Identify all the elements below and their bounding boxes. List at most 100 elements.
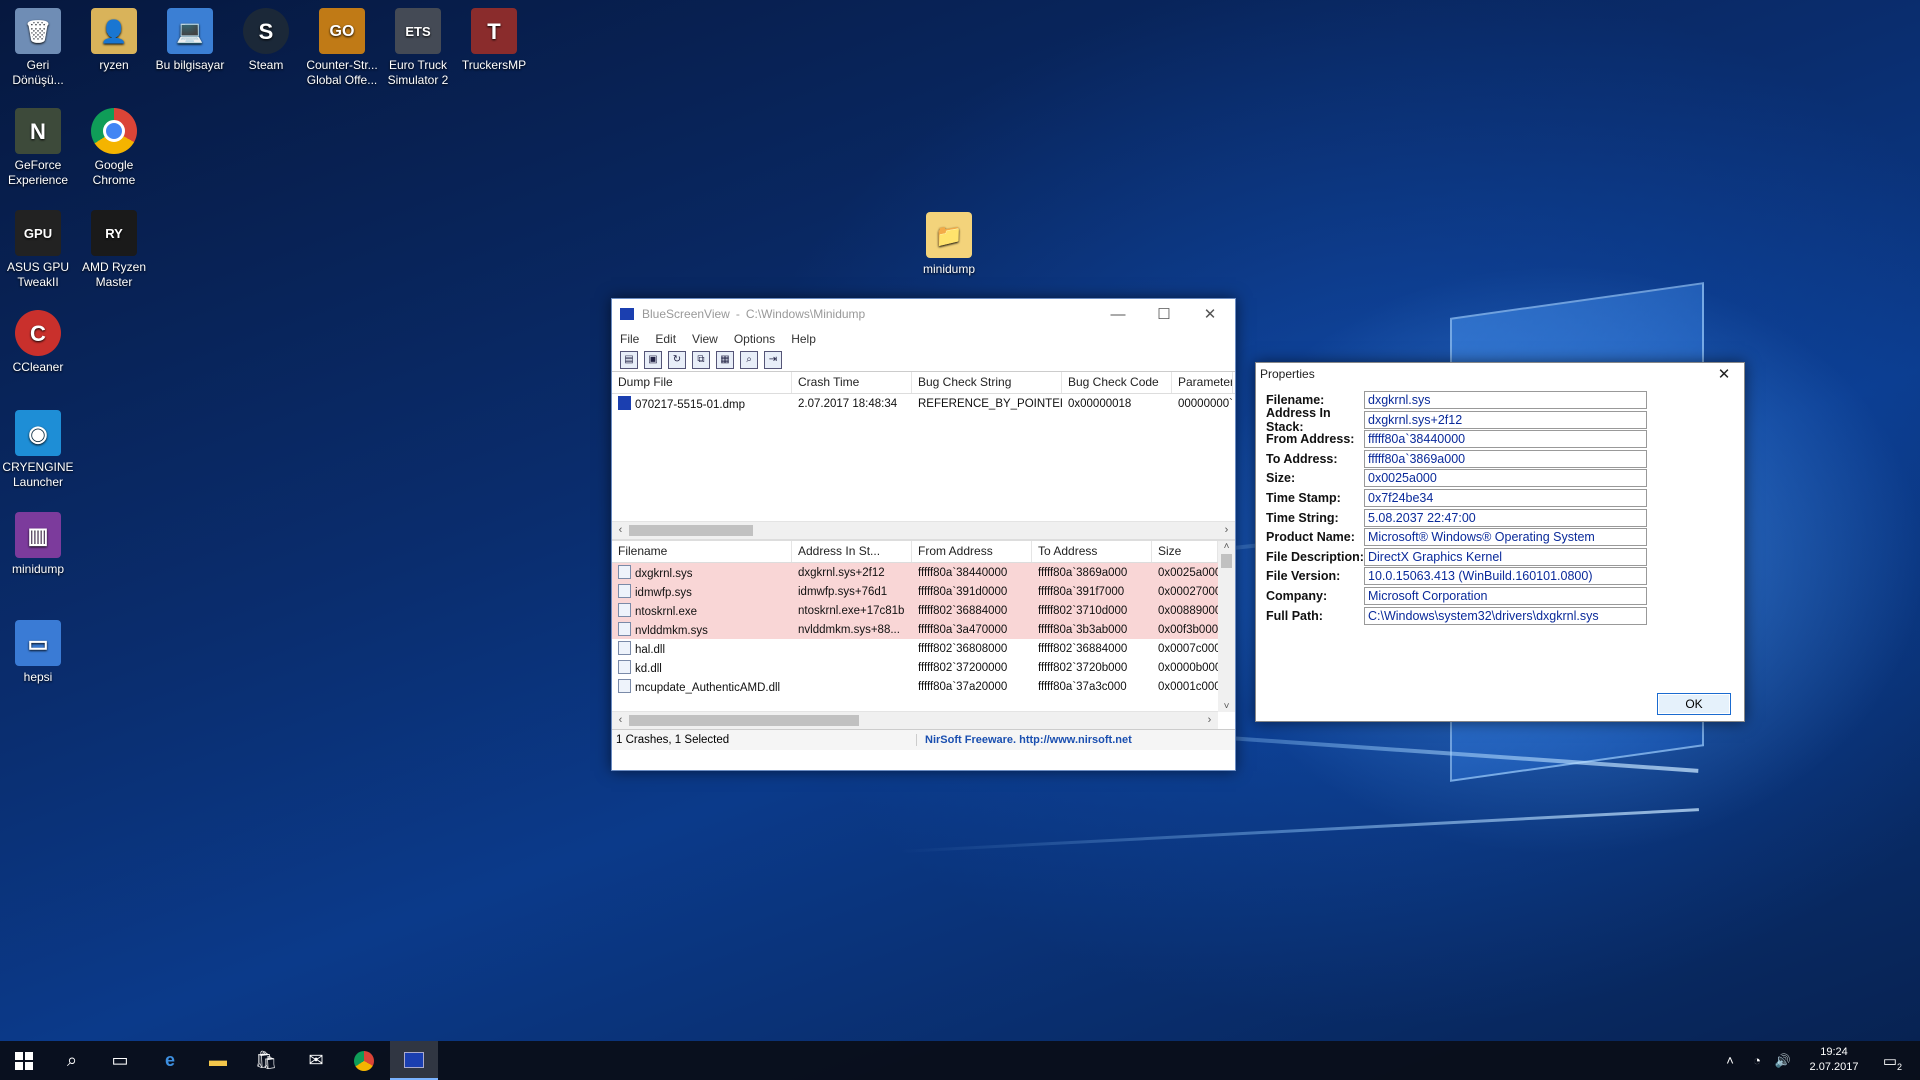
driver-row[interactable]: nvlddmkm.sys nvlddmkm.sys+88... fffff80a`3… [612, 620, 1235, 639]
show-hidden-icons-button[interactable]: ˄ [1716, 1041, 1744, 1080]
scroll-down-icon[interactable]: ˅ [1218, 701, 1235, 712]
volume-button[interactable]: 🔊 [1770, 1041, 1796, 1080]
task-view-button[interactable]: ▭ [96, 1041, 144, 1080]
find-icon[interactable]: ⌕ [740, 351, 758, 369]
desktop-icon-asus-gpu-tweak[interactable]: GPU ASUS GPU TweakII [0, 210, 76, 290]
property-value-field[interactable]: Microsoft® Windows® Operating System [1364, 528, 1647, 547]
scroll-right-icon[interactable]: › [1201, 712, 1218, 729]
desktop-icon-ets2[interactable]: ETS Euro Truck Simulator 2 [380, 8, 456, 88]
desktop-icon-minidump-archive[interactable]: ▥ minidump [0, 512, 76, 577]
ok-button[interactable]: OK [1657, 693, 1731, 715]
copy-icon[interactable]: ⧉ [692, 351, 710, 369]
scroll-thumb[interactable] [1221, 554, 1232, 568]
col-crash-time[interactable]: Crash Time [792, 372, 912, 393]
desktop-icon-csgo[interactable]: GO Counter-Str... Global Offe... [304, 8, 380, 88]
start-button[interactable] [0, 1041, 48, 1080]
property-value-field[interactable]: 0x7f24be34 [1364, 489, 1647, 507]
taskbar-edge[interactable]: e [146, 1041, 194, 1080]
desktop-icon-cryengine[interactable]: ◉ CRYENGINE Launcher [0, 410, 76, 490]
exit-icon[interactable]: ⇥ [764, 351, 782, 369]
chevron-up-icon: ˄ [1726, 1053, 1734, 1068]
col-address-in-stack[interactable]: Address In St... [792, 541, 912, 562]
desktop-icon-steam[interactable]: S Steam [228, 8, 304, 73]
desktop-icon-ryzen-master[interactable]: RY AMD Ryzen Master [76, 210, 152, 290]
crash-list-header: Dump File Crash Time Bug Check String Bu… [612, 372, 1235, 394]
driver-row[interactable]: dxgkrnl.sys dxgkrnl.sys+2f12 fffff80a`3844… [612, 563, 1235, 582]
ryzen-master-icon: RY [91, 210, 137, 256]
property-value-field[interactable]: 0x0025a000 [1364, 469, 1647, 488]
scroll-right-icon[interactable]: › [1218, 522, 1235, 539]
action-center-button[interactable]: ▭ 2 [1870, 1041, 1910, 1080]
col-dump-file[interactable]: Dump File [612, 372, 792, 393]
options-icon[interactable]: ▤ [620, 351, 638, 369]
scroll-left-icon[interactable]: ‹ [612, 712, 629, 729]
menu-file[interactable]: File [612, 332, 647, 346]
scroll-left-icon[interactable]: ‹ [612, 522, 629, 539]
driver-size: 0x00889000 [1158, 604, 1218, 617]
property-value-field[interactable]: DirectX Graphics Kernel [1364, 547, 1647, 566]
col-bug-check-code[interactable]: Bug Check Code [1062, 372, 1172, 393]
clock[interactable]: 19:24 2.07.2017 [1800, 1045, 1868, 1075]
property-value-field[interactable]: dxgkrnl.sys+2f12 [1364, 410, 1647, 429]
property-row: Product Name: Microsoft® Windows® Operati… [1266, 527, 1647, 547]
driver-from-address: fffff80a`37a20000 [918, 680, 1008, 693]
property-value-field[interactable]: Microsoft Corporation [1364, 587, 1647, 605]
col-size[interactable]: Size [1152, 541, 1218, 562]
minimize-button[interactable]: — [1095, 299, 1141, 329]
close-button[interactable]: ✕ [1706, 363, 1742, 385]
col-filename[interactable]: Filename [612, 541, 792, 562]
property-value-field[interactable]: 5.08.2037 22:47:00 [1364, 508, 1647, 527]
search-button[interactable]: ⌕ [48, 1041, 96, 1080]
desktop-icon-recycle-bin[interactable]: 🗑 Geri Dönüşü... [0, 8, 76, 88]
taskbar-chrome[interactable] [340, 1041, 388, 1080]
menu-options[interactable]: Options [726, 332, 783, 346]
col-from-address[interactable]: From Address [912, 541, 1032, 562]
menu-edit[interactable]: Edit [647, 332, 684, 346]
driver-row[interactable]: idmwfp.sys idmwfp.sys+76d1 fffff80a`391d00… [612, 582, 1235, 601]
scroll-thumb[interactable] [629, 525, 753, 536]
taskbar-store[interactable]: 🛍 [242, 1041, 290, 1080]
desktop-icon-minidump-folder[interactable]: 📁 minidump [911, 212, 987, 277]
col-parameter[interactable]: Parameter [1172, 372, 1233, 393]
refresh-icon[interactable]: ↻ [668, 351, 686, 369]
network-button[interactable]: ◔ [1744, 1041, 1770, 1080]
save-icon[interactable]: ▣ [644, 351, 662, 369]
desktop-icon-ryzen[interactable]: 👤 ryzen [76, 8, 152, 73]
property-value-field[interactable]: C:\Windows\system32\drivers\dxgkrnl.sys [1364, 606, 1647, 625]
scroll-thumb[interactable] [629, 715, 859, 726]
desktop-icon-ccleaner[interactable]: C CCleaner [0, 310, 76, 375]
col-to-address[interactable]: To Address [1032, 541, 1152, 562]
property-value-field[interactable]: fffff80a`3869a000 [1364, 449, 1647, 468]
properties-titlebar[interactable]: Properties ✕ [1256, 363, 1744, 385]
driver-list-vscrollbar[interactable]: ˄ ˅ [1218, 541, 1235, 712]
property-value-field[interactable]: dxgkrnl.sys [1364, 391, 1647, 409]
taskbar-file-explorer[interactable]: ▬ [194, 1041, 242, 1080]
close-button[interactable]: ✕ [1187, 299, 1233, 329]
taskbar-bluescreenview[interactable] [390, 1041, 438, 1080]
bsv-titlebar[interactable]: BlueScreenView - C:\Windows\Minidump — ☐… [612, 299, 1235, 329]
desktop-icon-this-pc[interactable]: 💻 Bu bilgisayar [152, 8, 228, 73]
crash-list-hscrollbar[interactable]: ‹ › [612, 521, 1235, 539]
maximize-button[interactable]: ☐ [1141, 299, 1187, 329]
properties-icon[interactable]: ▦ [716, 351, 734, 369]
driver-row[interactable]: hal.dll fffff802`36808000 fffff802`3688400… [612, 639, 1235, 658]
col-bug-check-string[interactable]: Bug Check String [912, 372, 1062, 393]
desktop-icon-geforce[interactable]: N GeForce Experience [0, 108, 76, 188]
menu-view[interactable]: View [684, 332, 726, 346]
taskbar-mail[interactable]: ✉ [292, 1041, 340, 1080]
driver-list-hscrollbar[interactable]: ‹ › [612, 711, 1218, 729]
desktop-icon-hepsi[interactable]: ▭ hepsi [0, 620, 76, 685]
driver-row[interactable]: mcupdate_AuthenticAMD.dll fffff80a`37a200… [612, 677, 1235, 696]
crash-row[interactable]: 070217-5515-01.dmp 2.07.2017 18:48:34 RE… [612, 394, 1235, 413]
driver-row[interactable]: ntoskrnl.exe ntoskrnl.exe+17c81b fffff802`… [612, 601, 1235, 620]
desktop-icon-chrome[interactable]: Google Chrome [76, 108, 152, 188]
nirsoft-link[interactable]: NirSoft Freeware. http://www.nirsoft.net [917, 734, 1132, 746]
driver-row[interactable]: kd.dll fffff802`37200000 fffff802`3720b000… [612, 658, 1235, 677]
scroll-up-icon[interactable]: ˄ [1218, 541, 1235, 552]
property-value-field[interactable]: 10.0.15063.413 (WinBuild.160101.0800) [1364, 567, 1647, 586]
desktop-icon-truckersmp[interactable]: T TruckersMP [456, 8, 532, 73]
driver-filename-text: dxgkrnl.sys [635, 568, 693, 580]
desktop-icon-label: CCleaner [12, 360, 64, 374]
property-value-field[interactable]: fffff80a`38440000 [1364, 430, 1647, 449]
menu-help[interactable]: Help [783, 332, 824, 346]
